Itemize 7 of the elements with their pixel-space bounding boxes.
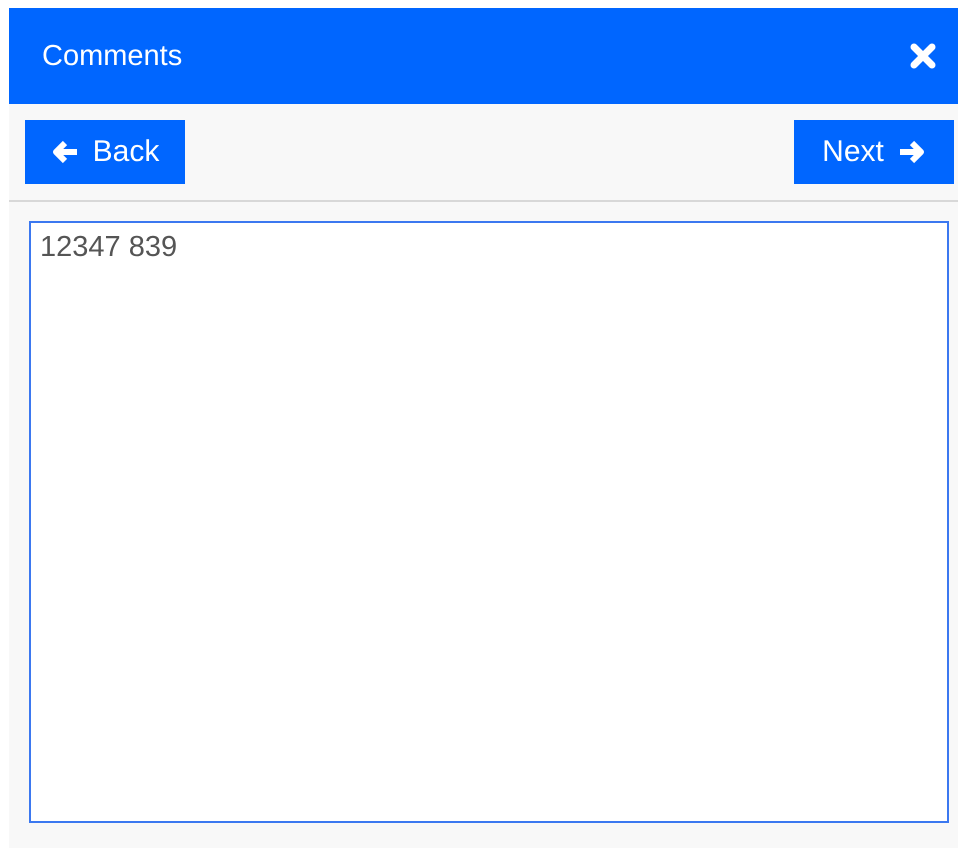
comment-field[interactable]: 12347 839 [29,221,949,823]
close-icon [910,43,936,69]
next-button[interactable]: Next [794,120,954,184]
arrow-left-icon [50,138,79,166]
dialog-title: Comments [42,40,182,72]
back-button[interactable]: Back [25,120,185,184]
arrow-right-icon [898,138,926,166]
